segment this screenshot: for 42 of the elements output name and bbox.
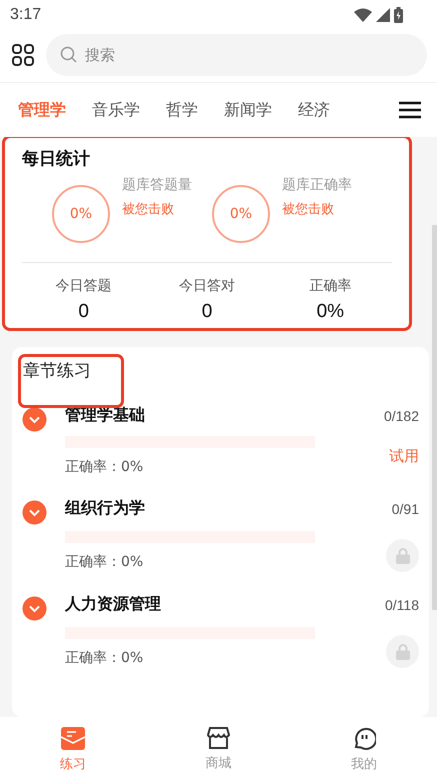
stat-label: 今日答对 [178,277,235,295]
expand-icon[interactable] [22,407,47,432]
chat-face-icon [352,727,376,750]
expand-icon[interactable] [22,500,47,525]
signal-icon [376,8,390,22]
search-icon [60,46,77,63]
chapter-title[interactable]: 组织行为学 [65,498,145,519]
expand-icon[interactable] [22,596,47,621]
store-icon [207,727,230,749]
menu-icon[interactable] [399,101,421,119]
stat-label: 今日答题 [56,277,112,295]
lock-icon [396,548,410,564]
accuracy-text: 正确率：0% [65,458,144,476]
lock-icon [396,644,410,660]
ring-note: 被您击败 [122,201,175,218]
ring-note: 被您击败 [282,201,335,218]
ring-label: 题库正确率 [282,176,352,194]
card-title: 每日统计 [22,148,91,170]
percent-ring: 0% [212,185,270,243]
section-title: 章节练习 [21,357,121,405]
question-count: 0/182 [384,408,419,424]
stat-label: 正确率 [309,277,352,295]
question-count: 0/118 [385,596,419,612]
grid-menu-icon[interactable] [12,44,34,66]
chapter-title[interactable]: 人力资源管理 [65,594,161,615]
category-tab[interactable]: 新闻学 [214,90,282,130]
battery-icon [394,7,403,23]
accuracy-text: 正确率：0% [65,648,144,666]
accuracy-text: 正确率：0% [65,552,144,570]
percent-ring: 0% [52,185,110,243]
status-time: 3:17 [10,6,42,24]
stat-value: 0 [202,301,212,323]
category-tab[interactable]: 音乐学 [82,90,150,130]
envelope-icon [60,727,85,750]
category-tab[interactable]: 经济 [288,90,340,130]
stat-value: 0 [78,301,89,323]
question-count: 0/91 [392,500,419,516]
ring-label: 题库答题量 [122,176,192,194]
category-tab[interactable]: 哲学 [156,90,208,130]
stat-value: 0% [316,301,344,323]
wifi-icon [354,8,372,22]
search-field[interactable]: 搜索 [46,34,427,76]
